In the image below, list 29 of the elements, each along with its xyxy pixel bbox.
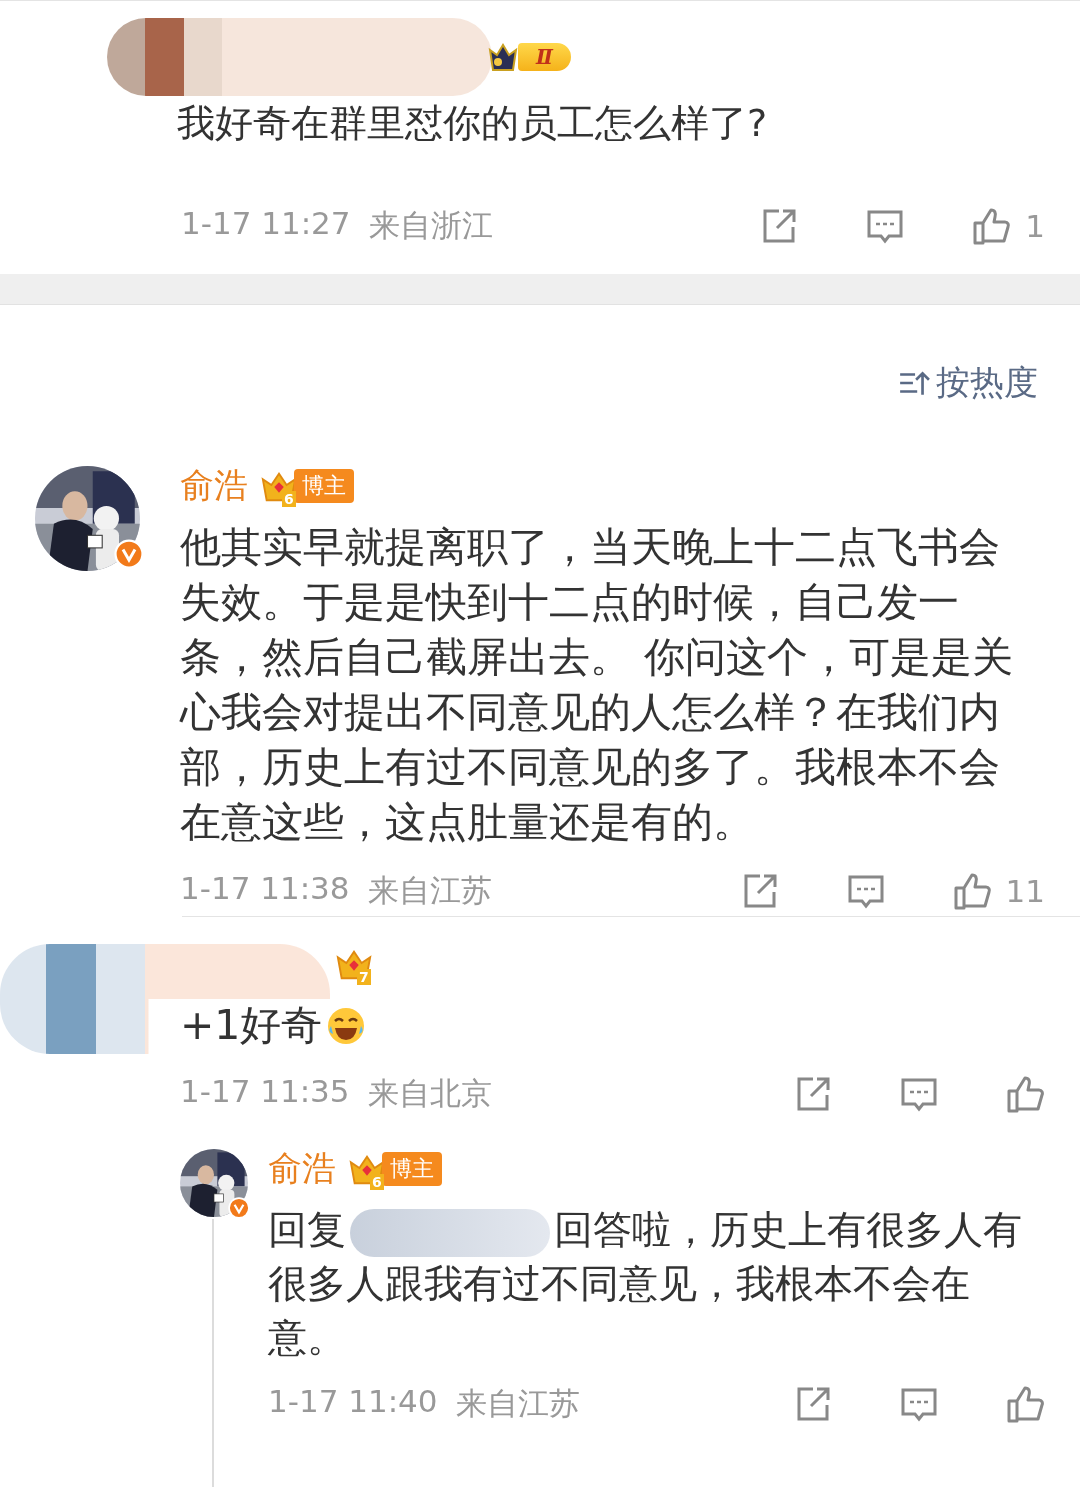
blogger-badge: 博主: [294, 469, 354, 503]
comment-time: 1-17 11:38: [180, 870, 350, 908]
comment-location: 来自江苏: [455, 1384, 580, 1423]
level-number: 6: [370, 1174, 384, 1190]
comment-time: 1-17 11:27: [181, 205, 351, 243]
crown-icon: [488, 42, 518, 72]
like-count: 11: [1005, 873, 1045, 909]
comment-text: 我好奇在群里怼你的员工怎么样了?: [177, 100, 769, 147]
author-name[interactable]: 俞浩: [180, 463, 248, 509]
comment-time: 1-17 11:35: [180, 1073, 350, 1111]
comment-time: 1-17 11:40: [268, 1383, 438, 1421]
comment-location: 来自北京: [367, 1074, 492, 1113]
level-number: 7: [357, 969, 371, 985]
level-number: 6: [282, 491, 296, 507]
rank-badge: Ⅱ: [518, 43, 571, 71]
laughing-emoji-icon: [326, 1005, 367, 1046]
comment-text: 回复 回答啦，历史上有很多人有很多人跟我有过不同意见，我根本不会在意。: [268, 1206, 1023, 1362]
thumbs-up-icon[interactable]: [971, 206, 1012, 246]
thumbs-up-icon[interactable]: [1005, 1074, 1045, 1114]
comment-location: 来自浙江: [368, 206, 493, 245]
sort-button[interactable]: 按热度: [898, 360, 1038, 406]
thumbs-up-icon[interactable]: [1005, 1384, 1045, 1424]
comment-location: 来自江苏: [367, 871, 492, 910]
author-name[interactable]: 俞浩: [268, 1146, 336, 1192]
comment-text: +1好奇: [180, 1000, 323, 1051]
comment-text: 他其实早就提离职了，当天晚上十二点飞书会失效。于是是快到十二点的时候，自己发一条，然后自己截屏出去。 你问这个，可是是关心我会对提出不同意见的人怎么样？在我们内部，历史上有过不同意见的多了。我根本不会在意这些，这点肚量还是有的。: [180, 522, 1015, 848]
blogger-badge: 博主: [382, 1152, 442, 1186]
sort-icon: [898, 369, 930, 397]
like-count: 1: [1025, 208, 1045, 244]
